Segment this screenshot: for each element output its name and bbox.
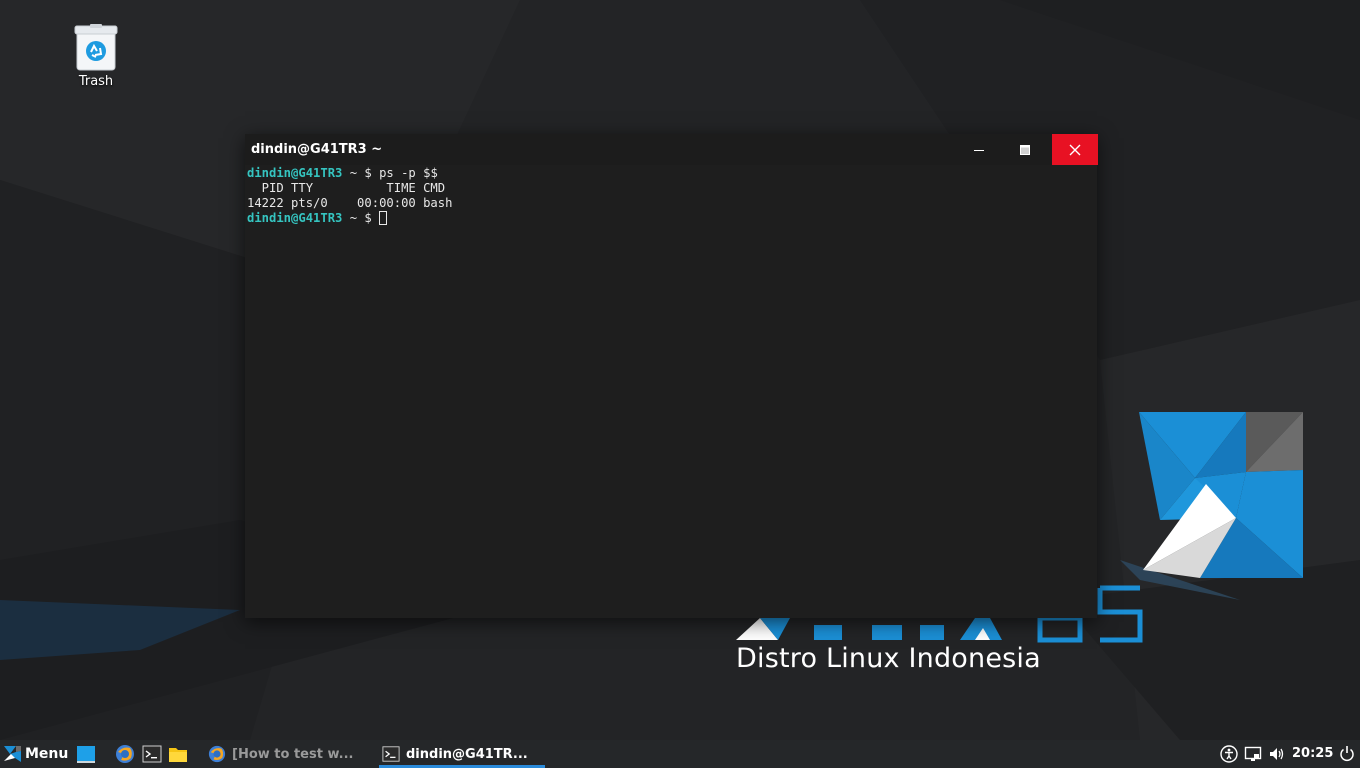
window-titlebar[interactable]: dindin@G41TR3 ~ bbox=[245, 134, 1098, 165]
browser-launcher[interactable] bbox=[115, 744, 135, 764]
terminal-line: 14222 pts/0 00:00:00 bash bbox=[247, 196, 453, 210]
show-desktop-icon bbox=[77, 746, 95, 763]
file-manager-icon bbox=[169, 748, 187, 762]
terminal-icon bbox=[382, 746, 400, 762]
browser-icon bbox=[208, 745, 226, 763]
desktop-icon-label: Trash bbox=[78, 74, 114, 89]
network-button[interactable] bbox=[1244, 745, 1262, 763]
text-cursor bbox=[379, 211, 388, 225]
network-icon bbox=[1244, 746, 1262, 761]
task-label: [How to test w... bbox=[232, 746, 354, 762]
file-manager-launcher[interactable] bbox=[168, 744, 188, 764]
minimize-icon bbox=[974, 149, 984, 151]
desktop-icon-trash[interactable]: Trash bbox=[60, 24, 132, 89]
close-icon bbox=[1069, 144, 1081, 155]
task-label: dindin@G41TR... bbox=[406, 746, 528, 762]
power-button[interactable] bbox=[1339, 745, 1357, 763]
volume-button[interactable] bbox=[1268, 745, 1286, 763]
terminal-line: PID TTY TIME CMD bbox=[247, 181, 446, 195]
taskbar: Menu [How to test w... dindin@G41TR... 2… bbox=[0, 740, 1360, 768]
menu-button[interactable]: Menu bbox=[2, 740, 68, 768]
accessibility-icon bbox=[1220, 745, 1238, 763]
minimize-button[interactable] bbox=[956, 134, 1002, 165]
terminal-window[interactable]: dindin@G41TR3 ~ dindin@G41TR3 ~ $ ps -p … bbox=[245, 134, 1098, 618]
terminal-launcher[interactable] bbox=[142, 744, 162, 764]
task-terminal[interactable]: dindin@G41TR... bbox=[379, 740, 545, 768]
menu-logo-icon bbox=[4, 746, 21, 762]
trash-icon bbox=[74, 24, 118, 71]
terminal-output[interactable]: dindin@G41TR3 ~ $ ps -p $$ PID TTY TIME … bbox=[247, 166, 1093, 614]
window-title: dindin@G41TR3 ~ bbox=[251, 142, 383, 157]
terminal-line: dindin@G41TR3 ~ $ ps -p $$ bbox=[247, 166, 1093, 181]
brand-subtitle: Distro Linux Indonesia bbox=[736, 643, 1041, 674]
browser-icon bbox=[116, 745, 134, 763]
menu-label: Menu bbox=[25, 746, 69, 762]
maximize-button[interactable] bbox=[1002, 134, 1048, 165]
terminal-line: dindin@G41TR3 ~ $ bbox=[247, 211, 1093, 226]
close-button[interactable] bbox=[1052, 134, 1098, 165]
power-icon bbox=[1340, 746, 1354, 762]
prompt-symbol: ~ $ bbox=[342, 166, 380, 180]
command-text: ps -p $$ bbox=[379, 166, 438, 180]
volume-icon bbox=[1270, 748, 1284, 760]
task-browser[interactable]: [How to test w... bbox=[208, 740, 353, 768]
prompt-symbol: ~ $ bbox=[342, 211, 380, 225]
maximize-icon bbox=[1020, 144, 1030, 155]
show-desktop-launcher[interactable] bbox=[76, 744, 96, 764]
accessibility-button[interactable] bbox=[1220, 745, 1238, 763]
prompt-user: dindin@G41TR3 bbox=[247, 211, 343, 225]
clock[interactable]: 20:25 bbox=[1292, 746, 1333, 761]
terminal-icon bbox=[142, 745, 162, 763]
prompt-user: dindin@G41TR3 bbox=[247, 166, 343, 180]
